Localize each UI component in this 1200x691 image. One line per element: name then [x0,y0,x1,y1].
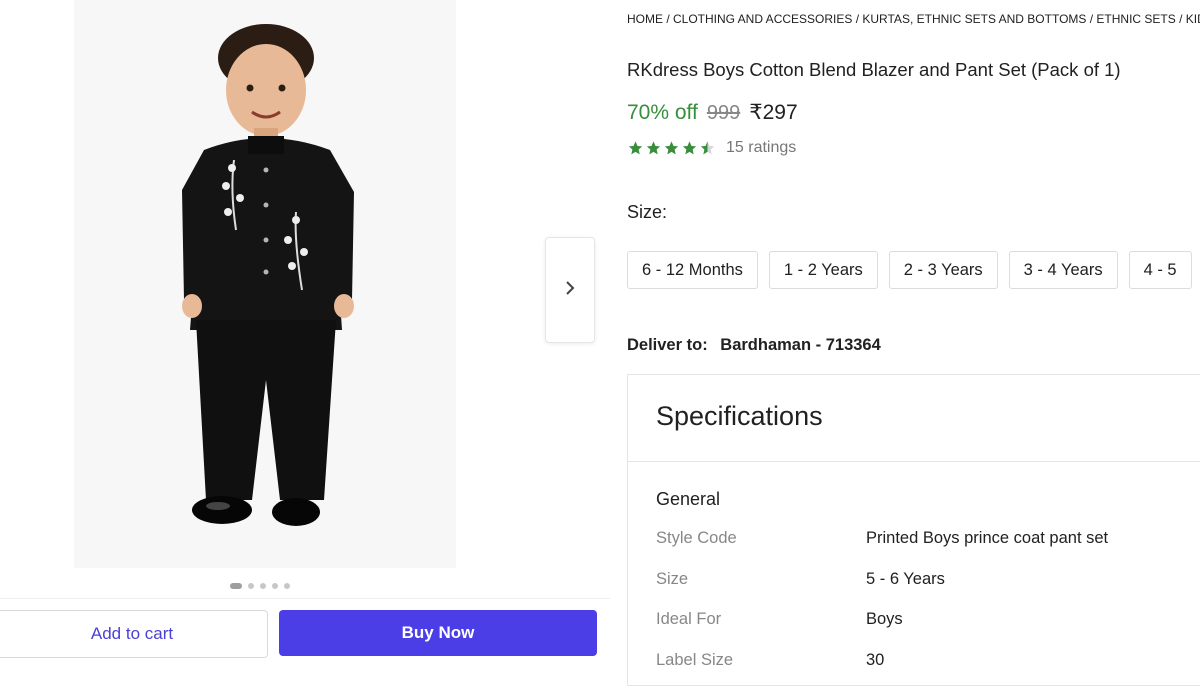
selling-price: ₹297 [749,101,798,124]
spec-row: Size 5 - 6 Years [656,570,1196,611]
add-to-cart-button[interactable]: Add to cart [0,610,268,658]
pagination-dot[interactable] [248,583,254,589]
rating-row: 15 ratings [627,139,796,157]
pagination-dot[interactable] [284,583,290,589]
spec-value: Boys [866,610,903,629]
spec-value: Printed Boys prince coat pant set [866,529,1109,547]
star-icon [646,141,661,155]
action-bar: Add to cart Buy Now [0,598,610,669]
half-star-icon [700,141,715,155]
pagination-dot[interactable] [272,583,278,589]
spec-key: Ideal For [656,610,722,629]
size-options: 6 - 12 Months 1 - 2 Years 2 - 3 Years 3 … [627,251,1192,289]
next-image-button[interactable] [545,237,595,343]
delivery-info[interactable]: Deliver to: Bardhaman - 713364 [627,336,881,355]
size-option[interactable]: 3 - 4 Years [1008,251,1118,289]
size-option[interactable]: 1 - 2 Years [768,251,878,289]
product-gallery: Add to cart Buy Now [0,0,610,675]
divider [628,461,1200,462]
size-option[interactable]: 4 - 5 [1128,251,1192,289]
spec-table: Style Code Printed Boys prince coat pant… [656,529,1196,691]
delivery-location[interactable]: Bardhaman - 713364 [720,336,881,354]
spec-section-title: General [656,489,721,509]
spec-row: Ideal For Boys [656,610,1196,651]
product-details: HOME / CLOTHING AND ACCESSORIES / KURTAS… [627,0,1200,686]
pagination-dot[interactable] [260,583,266,589]
size-option[interactable]: 2 - 3 Years [888,251,998,289]
specifications-panel: Specifications General Style Code Printe… [627,374,1200,686]
buy-now-button[interactable]: Buy Now [279,610,597,656]
size-label: Size: [627,202,668,222]
mrp-price: 999 [706,102,741,124]
spec-value: 5 - 6 Years [866,569,945,588]
star-icon [628,141,643,155]
spec-row: Style Code Printed Boys prince coat pant… [656,529,1196,570]
discount-label: 70% off [627,101,698,124]
star-icon [682,141,697,155]
gallery-pagination [230,583,290,589]
price-row: 70% off 999 ₹297 [627,100,798,125]
chevron-right-icon [564,280,576,301]
delivery-label: Deliver to: [627,336,708,354]
breadcrumb[interactable]: HOME / CLOTHING AND ACCESSORIES / KURTAS… [627,12,1200,26]
spec-key: Size [656,569,689,588]
spec-row: Label Size 30 [656,651,1196,691]
spec-key: Label Size [656,650,734,669]
ratings-count[interactable]: 15 ratings [726,139,796,157]
size-option[interactable]: 6 - 12 Months [627,251,758,289]
rating-stars [627,140,716,156]
spec-key: Style Code [656,529,737,547]
pagination-dot[interactable] [230,583,242,589]
product-title: RKdress Boys Cotton Blend Blazer and Pan… [627,59,1121,80]
star-icon [664,141,679,155]
spec-value: 30 [866,650,885,669]
product-image[interactable] [74,0,456,568]
specifications-title: Specifications [656,401,823,431]
